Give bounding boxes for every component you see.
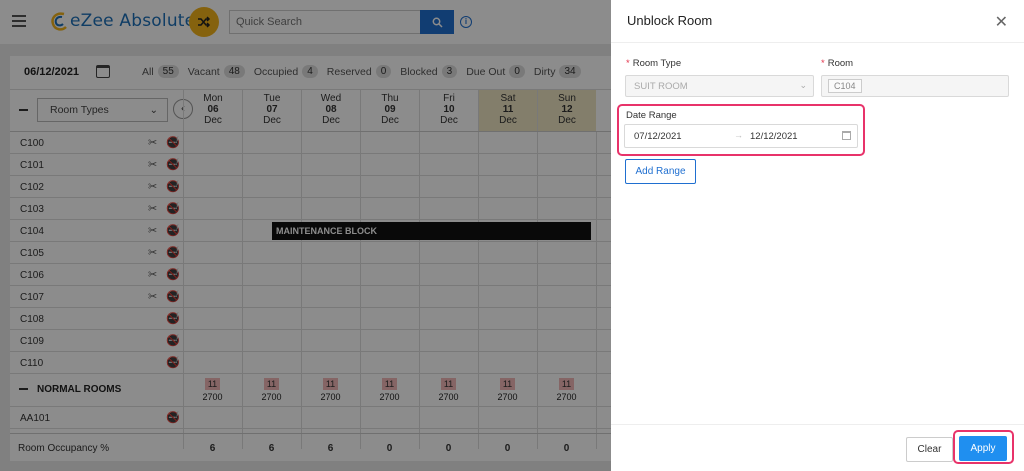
chevron-down-icon: ⌄ (799, 80, 807, 90)
room-type-select[interactable]: SUIT ROOM ⌄ (625, 75, 814, 97)
room-type-label: * Room Type (626, 58, 682, 69)
close-icon[interactable]: ✕ (995, 12, 1008, 32)
room-tag: C104 (828, 79, 862, 93)
date-from[interactable]: 07/12/2021 (634, 131, 682, 142)
date-range-label: Date Range (626, 110, 677, 121)
date-to[interactable]: 12/12/2021 (750, 131, 798, 142)
room-label: * Room (821, 58, 854, 69)
modal-overlay[interactable] (0, 0, 611, 471)
add-range-button[interactable]: Add Range (625, 159, 696, 184)
calendar-icon[interactable] (842, 131, 851, 140)
divider (611, 42, 1024, 43)
unblock-room-panel: Unblock Room ✕ (611, 0, 1024, 471)
clear-button[interactable]: Clear (906, 437, 953, 462)
arrow-right-icon: → (734, 130, 743, 140)
date-range-picker[interactable]: 07/12/2021 → 12/12/2021 (624, 124, 858, 148)
apply-button[interactable]: Apply (959, 436, 1007, 461)
panel-title: Unblock Room (627, 13, 713, 28)
room-select[interactable]: C104 (821, 75, 1009, 97)
divider (611, 424, 1024, 425)
